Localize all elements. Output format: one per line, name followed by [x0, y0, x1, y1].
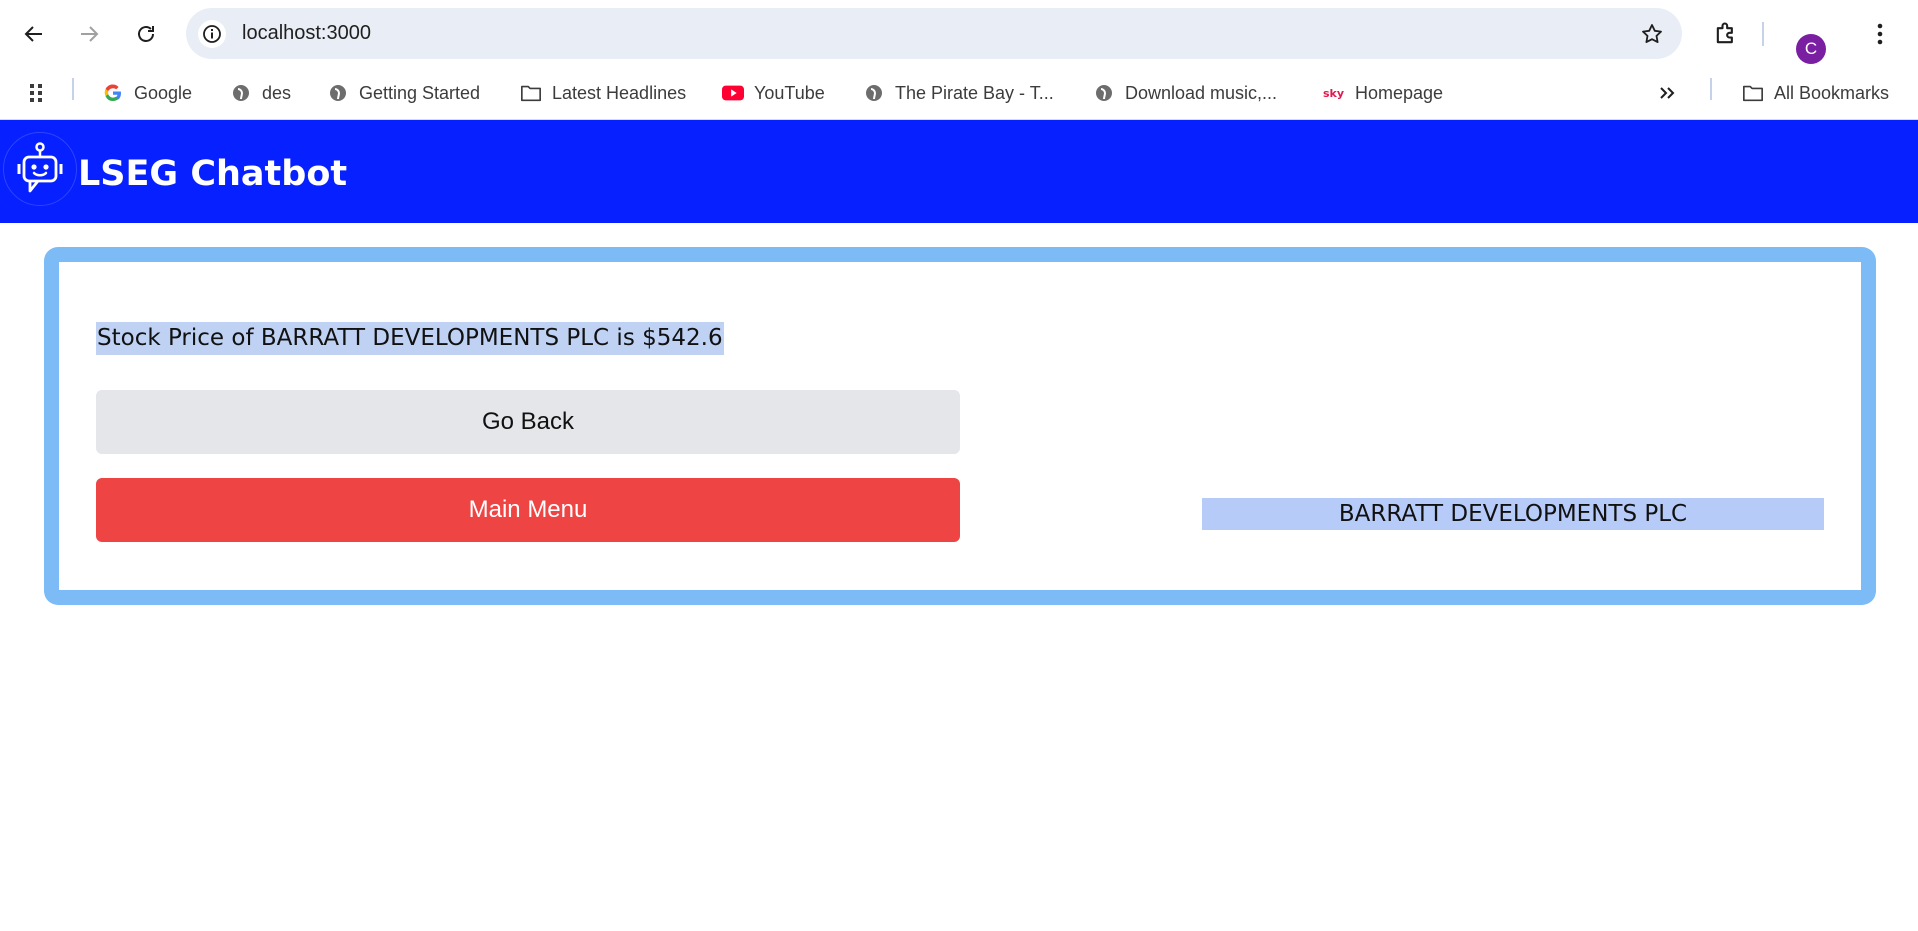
- svg-text:sky: sky: [1323, 87, 1344, 100]
- company-name-chip: BARRATT DEVELOPMENTS PLC: [1202, 498, 1824, 530]
- main-menu-button[interactable]: Main Menu: [96, 478, 960, 542]
- arrow-right-icon: [81, 26, 99, 42]
- stock-price-message: Stock Price of BARRATT DEVELOPMENTS PLC …: [96, 322, 724, 355]
- bookmark-label: Download music,...: [1125, 82, 1278, 103]
- bookmark-des[interactable]: des: [230, 78, 291, 108]
- bookmarks-divider: [72, 78, 74, 100]
- bookmark-label: Google: [134, 82, 193, 103]
- app-title: LSEG Chatbot: [78, 154, 348, 194]
- google-icon: [102, 82, 124, 104]
- chevron-double-right-icon: [1656, 82, 1678, 104]
- bookmark-latest-headlines[interactable]: Latest Headlines: [520, 78, 686, 108]
- bookmark-label: YouTube: [754, 82, 825, 103]
- bookmark-download-music[interactable]: Download music,...: [1093, 78, 1277, 108]
- reload-icon: [138, 26, 154, 42]
- globe-icon: [1093, 82, 1115, 104]
- reload-button[interactable]: [126, 14, 166, 54]
- kebab-menu-icon: [1877, 23, 1883, 45]
- address-bar[interactable]: localhost:3000: [186, 8, 1682, 59]
- app-header: LSEG Chatbot: [0, 120, 1918, 223]
- apps-button[interactable]: [28, 78, 46, 108]
- back-button[interactable]: [14, 14, 54, 54]
- bookmark-google[interactable]: Google: [102, 78, 192, 108]
- more-bookmarks-button[interactable]: [1656, 78, 1678, 108]
- bookmark-pirate-bay[interactable]: The Pirate Bay - T...: [863, 78, 1054, 108]
- apps-grid-icon: [30, 84, 42, 102]
- all-bookmarks-button[interactable]: All Bookmarks: [1742, 78, 1889, 108]
- globe-icon: [863, 82, 885, 104]
- go-back-button[interactable]: Go Back: [96, 390, 960, 454]
- bookmark-homepage[interactable]: sky Homepage: [1323, 78, 1443, 108]
- globe-icon: [230, 82, 252, 104]
- globe-icon: [327, 82, 349, 104]
- site-info-icon[interactable]: [198, 20, 226, 48]
- forward-button[interactable]: [69, 14, 109, 54]
- all-bookmarks-label: All Bookmarks: [1774, 82, 1890, 103]
- bookmark-label: Getting Started: [359, 82, 481, 103]
- bookmark-label: The Pirate Bay - T...: [895, 82, 1054, 103]
- browser-toolbar: localhost:3000 C: [0, 0, 1918, 68]
- toolbar-divider: [1762, 22, 1764, 46]
- bookmark-youtube[interactable]: YouTube: [722, 78, 825, 108]
- arrow-left-icon: [24, 26, 42, 42]
- bookmark-label: Homepage: [1355, 82, 1444, 103]
- folder-icon: [1742, 82, 1764, 104]
- browser-menu-button[interactable]: [1866, 14, 1894, 54]
- profile-avatar[interactable]: C: [1796, 34, 1826, 64]
- extensions-button[interactable]: [1706, 14, 1746, 54]
- puzzle-icon: [1716, 22, 1733, 44]
- bookmark-star-icon[interactable]: [1638, 20, 1666, 48]
- bookmarks-divider: [1710, 78, 1712, 100]
- bookmark-label: des: [262, 82, 292, 103]
- url-text[interactable]: localhost:3000: [242, 22, 371, 45]
- folder-icon: [520, 82, 542, 104]
- youtube-icon: [722, 82, 744, 104]
- sky-icon: sky: [1323, 82, 1345, 104]
- bookmark-getting-started[interactable]: Getting Started: [327, 78, 480, 108]
- robot-icon: [3, 132, 77, 206]
- bookmark-label: Latest Headlines: [552, 82, 687, 103]
